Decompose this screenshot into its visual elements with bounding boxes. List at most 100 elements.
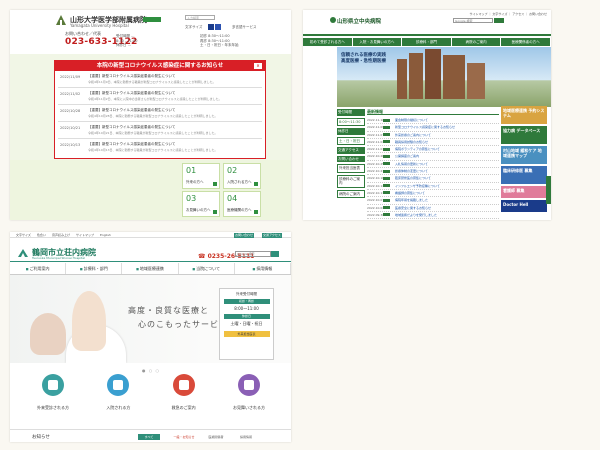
news-title[interactable]: 地域連携だよりを発行しました <box>395 213 437 217</box>
util-link[interactable]: 文字サイズ <box>16 232 31 237</box>
banner[interactable]: 地域医療連携 予約システム <box>501 106 547 124</box>
news-title[interactable]: 面会制限の継続について <box>395 118 428 122</box>
news-row[interactable]: 2022.11.04 職員採用試験のお知らせ <box>367 139 499 147</box>
notice-item-title[interactable]: 【重要】新型コロナウイルス感染症患者の発生について <box>88 142 175 147</box>
notice-date: 2022/10/13 <box>60 143 81 147</box>
bed-icon <box>107 374 130 396</box>
news-tab[interactable]: 採用情報 <box>235 434 257 440</box>
sidebar-box[interactable]: 外来担当医表 <box>337 164 365 173</box>
news-tab[interactable]: 一般・お知らせ <box>170 434 198 440</box>
utility-links[interactable]: サイトマップ ｜ 文字サイズ ｜ アクセス ｜ お問い合わせ <box>470 12 547 16</box>
news-row[interactable]: 2022.10.11 看護師の募集について <box>367 190 499 198</box>
banner[interactable]: Doctor Hell <box>501 200 547 212</box>
sidebar-link[interactable]: お問い合わせ <box>337 155 365 162</box>
hours-line: 休診日 ... <box>116 43 131 47</box>
search-button[interactable] <box>494 18 504 23</box>
search-button[interactable] <box>271 251 279 257</box>
quick-link-emergency[interactable]: 救急のご案内 <box>157 374 211 426</box>
notice-item-title[interactable]: 【重要】新型コロナウイルス感染症患者の発生について <box>88 108 175 113</box>
news-row[interactable]: 2022.11.01 病院ボランティアの募集について <box>367 146 499 154</box>
news-row[interactable]: 2022.10.18 臨床研修医の募集について <box>367 175 499 183</box>
nav-item[interactable]: 診療科・部門 <box>66 263 123 274</box>
header-badge[interactable] <box>143 17 161 22</box>
news-row[interactable]: 2022.10.04 医療安全に関するお知らせ <box>367 205 499 212</box>
nav-item[interactable]: 診療科・部門 <box>402 38 452 46</box>
news-title[interactable]: 外来診療のご案内について <box>395 133 431 137</box>
notice-item-body: 令和4年10月21日、本院に勤務する職員が新型コロナウイルスに感染したことが判明… <box>88 131 218 135</box>
nav-tile-visitors[interactable]: 03 お見舞いの方へ <box>182 191 220 217</box>
news-tab[interactable]: 医療関係者 <box>205 434 227 440</box>
holiday-value: 土曜・日曜・祝日 <box>230 321 263 326</box>
notice-item[interactable]: 2022/10/28 【重要】新型コロナウイルス感染症患者の発生について 令和4… <box>58 105 262 122</box>
nav-item[interactable]: 採用情報 <box>235 263 291 274</box>
nav-item[interactable]: 病院のご案内 <box>451 38 502 46</box>
hospital-name[interactable]: 山形県立中央病院 <box>337 17 381 25</box>
quick-link-inpatient[interactable]: 入院される方 <box>91 374 145 426</box>
news-title[interactable]: 病院年報を掲載しました <box>395 198 428 202</box>
news-title[interactable]: 新型コロナウイルス感染症に関するお知らせ <box>395 125 455 129</box>
nav-item[interactable]: 入院・お見舞いの方へ <box>352 38 403 46</box>
news-title[interactable]: 医療安全に関するお知らせ <box>395 206 431 210</box>
notice-item[interactable]: 2022/11/09 【重要】新型コロナウイルス感染症患者の発生について 令和4… <box>58 71 262 88</box>
nav-item[interactable]: ご利用案内 <box>10 263 67 274</box>
news-title[interactable]: 臨床研修医の募集について <box>395 176 431 180</box>
banner[interactable]: 村山地域 緩和ケア 地域連携マップ <box>501 146 547 164</box>
news-date: 2022.11.07 <box>367 132 385 137</box>
doctor-schedule-button[interactable]: 外来担当医表 <box>223 331 270 337</box>
language-link[interactable]: 多言語サービス <box>232 25 257 30</box>
news-row[interactable]: 2022.10.14 インフルエンザ予防接種について <box>367 183 499 190</box>
util-link[interactable]: サイトマップ <box>76 232 94 237</box>
news-title[interactable]: 診療体制の変更について <box>395 169 428 173</box>
notice-item-title[interactable]: 【重要】新型コロナウイルス感染症患者の発生について <box>88 125 175 130</box>
util-link[interactable]: 色合い <box>37 232 46 237</box>
banner[interactable]: 看護師 募集 <box>501 186 547 198</box>
news-row[interactable]: 2022.10.07 病院年報を掲載しました <box>367 197 499 205</box>
quick-link-outpatient[interactable]: 外来受診される方 <box>26 374 80 426</box>
sidebar-box[interactable]: 診療科のご案内 <box>337 174 365 188</box>
nav-tile-outpatient[interactable]: 01 外来の方へ <box>182 163 220 189</box>
font-size-normal-button[interactable] <box>208 24 214 30</box>
global-nav: ご利用案内 診療科・部門 地域医療連携 当院について 採用情報 <box>10 263 291 275</box>
search-input[interactable]: Google 検索 <box>453 18 493 23</box>
notice-item-title[interactable]: 【重要】新型コロナウイルス感染症患者の発生について <box>88 74 175 79</box>
news-row[interactable]: 2022.10.28 公開講座のご案内 <box>367 153 499 161</box>
nav-item[interactable]: 地域医療連携 <box>122 263 179 274</box>
util-link[interactable]: English <box>100 232 111 237</box>
sidebar-box[interactable]: 病院のご案内 <box>337 189 365 198</box>
nav-tile-inpatient[interactable]: 02 入院される方へ <box>223 163 261 189</box>
news-title[interactable]: 入札情報の更新について <box>395 162 428 166</box>
nav-item[interactable]: 医療関係者の方へ <box>501 38 551 46</box>
news-title[interactable]: 病院ボランティアの募集について <box>395 147 440 151</box>
side-tab[interactable] <box>546 176 551 204</box>
news-row[interactable]: 2022.11.07 外来診療のご案内について <box>367 132 499 139</box>
slider-dots[interactable]: ● ○ ○ <box>142 368 160 373</box>
sidebar-link[interactable]: 交通アクセス <box>337 147 365 154</box>
close-button[interactable]: × <box>254 63 262 69</box>
nav-tile-medical[interactable]: 04 医療機関の方へ <box>223 191 261 217</box>
notice-title: 本院の新型コロナウイルス感染症に関するお知らせ × <box>55 61 265 71</box>
quick-link-visitors[interactable]: お見舞いされる方 <box>222 374 276 426</box>
news-row[interactable]: 2022.10.25 入札情報の更新について <box>367 161 499 169</box>
hero-image: 信頼される医療の実践 高度医療・急性期医療 <box>337 47 551 107</box>
news-title[interactable]: 職員採用試験のお知らせ <box>395 140 428 144</box>
banner[interactable]: 協力病 データベース <box>501 126 547 144</box>
nav-item[interactable]: 当院について <box>179 263 235 274</box>
notice-item[interactable]: 2022/11/02 【重要】新型コロナウイルス感染症患者の発生について 令和4… <box>58 88 262 105</box>
news-row[interactable]: 2022.11.09 新型コロナウイルス感染症に関するお知らせ <box>367 124 499 132</box>
news-title[interactable]: 看護師の募集について <box>395 191 425 195</box>
news-title[interactable]: インフルエンザ予防接種について <box>395 184 440 188</box>
news-row[interactable]: 2022.10.21 診療体制の変更について <box>367 168 499 176</box>
news-title[interactable]: 公開講座のご案内 <box>395 154 419 158</box>
nav-item[interactable]: 初めて受診される方へ <box>303 38 353 46</box>
news-row[interactable]: 2022.11.10 面会制限の継続について <box>367 117 499 125</box>
news-tab[interactable]: すべて <box>138 434 160 440</box>
notice-item[interactable]: 2022/10/21 【重要】新型コロナウイルス感染症患者の発生について 令和4… <box>58 122 262 139</box>
util-link[interactable]: 音声読み上げ <box>52 232 70 237</box>
font-size-large-button[interactable] <box>215 24 221 30</box>
notice-item[interactable]: 2022/10/13 【重要】新型コロナウイルス感染症患者の発生について 令和4… <box>58 139 262 156</box>
search-input[interactable]: 入力検索 <box>185 15 215 20</box>
banner[interactable]: 臨床研修医 募集 <box>501 166 547 184</box>
news-row[interactable]: 2022.09.30 地域連携だよりを発行しました <box>367 212 499 220</box>
search-input[interactable]: Google 検索 <box>235 251 271 257</box>
notice-item-title[interactable]: 【重要】新型コロナウイルス感染症患者の発生について <box>88 91 175 96</box>
